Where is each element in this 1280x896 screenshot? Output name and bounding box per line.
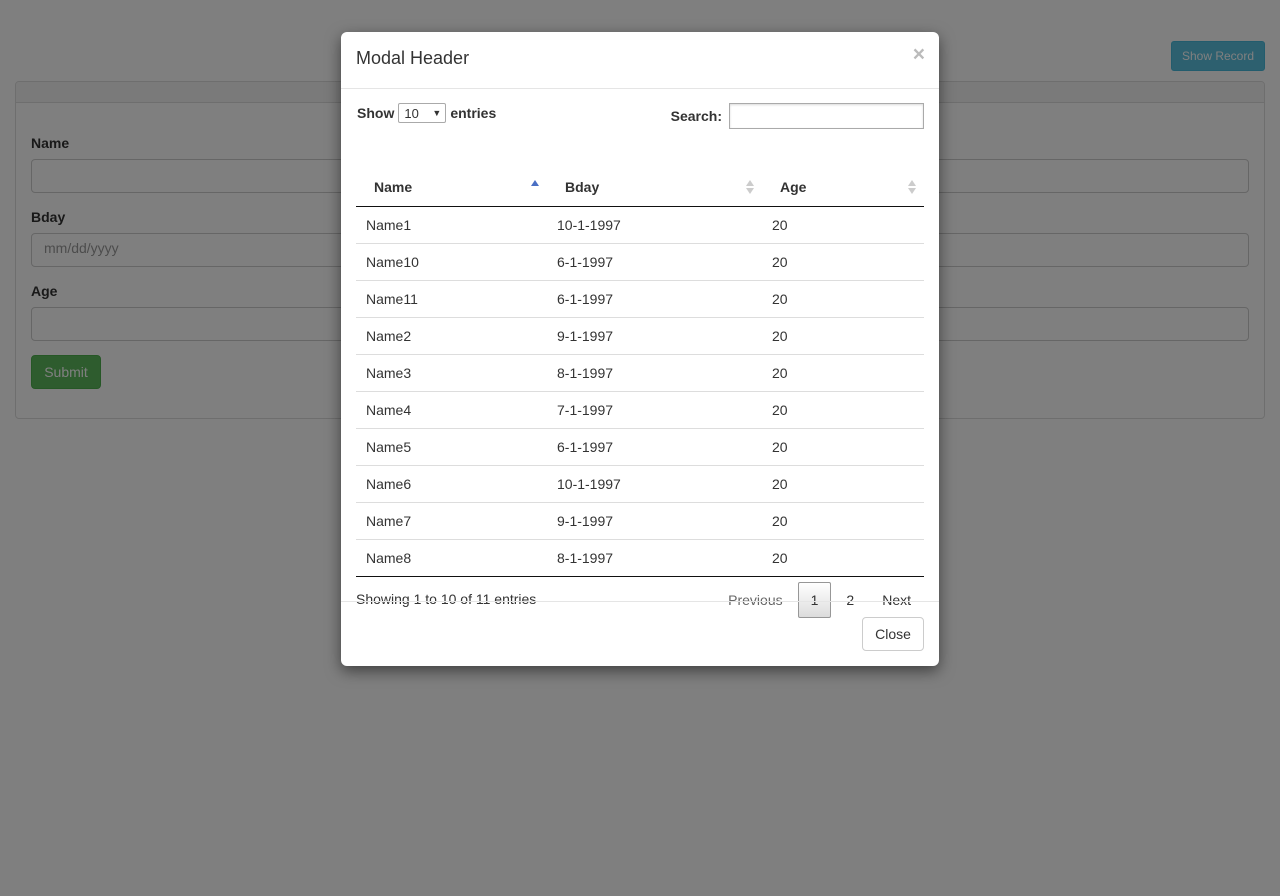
sort-icon [908, 180, 918, 196]
cell-bday: 6-1-1997 [547, 279, 762, 317]
cell-age: 20 [762, 501, 924, 539]
cell-age: 20 [762, 390, 924, 428]
length-value: 10 [404, 105, 419, 121]
cell-age: 20 [762, 427, 924, 465]
table-row: Name4 7-1-1997 20 [356, 390, 924, 428]
search-input[interactable] [729, 103, 924, 129]
cell-bday: 9-1-1997 [547, 316, 762, 354]
modal-header: Modal Header × [341, 32, 939, 89]
length-prefix: Show [357, 105, 395, 121]
close-icon[interactable]: × [913, 44, 925, 65]
close-button[interactable]: Close [862, 617, 924, 651]
column-header-age[interactable]: Age [762, 169, 924, 207]
cell-bday: 9-1-1997 [547, 501, 762, 539]
cell-bday: 6-1-1997 [547, 427, 762, 465]
modal-title: Modal Header [356, 48, 470, 68]
search-label: Search: [670, 108, 722, 124]
records-table: Name Bday Age Name1 10-1-1997 20 Name10 … [356, 169, 924, 577]
table-row: Name2 9-1-1997 20 [356, 316, 924, 354]
cell-name: Name8 [356, 538, 547, 577]
cell-age: 20 [762, 353, 924, 391]
modal-footer: Close [341, 601, 939, 666]
table-row: Name3 8-1-1997 20 [356, 353, 924, 391]
cell-bday: 6-1-1997 [547, 242, 762, 280]
sort-icon [746, 180, 756, 196]
table-row: Name6 10-1-1997 20 [356, 464, 924, 502]
column-header-name[interactable]: Name [356, 169, 547, 207]
cell-age: 20 [772, 216, 788, 233]
cell-name: Name10 [356, 242, 547, 280]
page: Show Record Name Bday mm/dd/yyyy Age Sub… [0, 0, 1280, 896]
chevron-down-icon: ▼ [432, 108, 442, 118]
cell-name: Name11 [356, 279, 547, 317]
search-control: Search: [671, 103, 924, 129]
cell-age: 20 [762, 316, 924, 354]
cell-name: Name4 [356, 390, 547, 428]
cell-bday: 10-1-1997 [557, 216, 621, 233]
entries-length-select[interactable]: 10 ▼ [398, 103, 447, 123]
cell-name: Name6 [356, 464, 547, 502]
column-header-bday[interactable]: Bday [547, 169, 762, 207]
cell-age: 20 [762, 538, 924, 577]
cell-name: Name5 [356, 427, 547, 465]
table-header-row: Name Bday Age [356, 169, 924, 207]
table-row: Name1 10-1-1997 20 [356, 206, 924, 243]
records-modal: Modal Header × Show 10 ▼ entries Search: [341, 32, 939, 666]
table-row: Name5 6-1-1997 20 [356, 427, 924, 465]
table-row: Name10 6-1-1997 20 [356, 242, 924, 280]
column-header-label: Age [780, 179, 807, 196]
cell-age: 20 [762, 279, 924, 317]
cell-name: Name7 [356, 501, 547, 539]
table-row: Name8 8-1-1997 20 [356, 538, 924, 577]
table-row: Name11 6-1-1997 20 [356, 279, 924, 317]
length-suffix: entries [450, 105, 497, 121]
cell-bday: 7-1-1997 [547, 390, 762, 428]
cell-bday: 8-1-1997 [547, 353, 762, 391]
column-header-label: Bday [565, 179, 600, 196]
cell-name: Name3 [356, 353, 547, 391]
cell-name: Name1 [366, 216, 412, 233]
column-header-label: Name [374, 179, 413, 196]
cell-age: 20 [762, 464, 924, 502]
entries-length-control: Show 10 ▼ entries [357, 103, 496, 123]
table-row: Name7 9-1-1997 20 [356, 501, 924, 539]
sort-ascending-icon [531, 180, 541, 196]
cell-bday: 8-1-1997 [547, 538, 762, 577]
cell-age: 20 [762, 242, 924, 280]
cell-bday: 10-1-1997 [547, 464, 762, 502]
modal-body: Show 10 ▼ entries Search: Name Bday Age … [356, 89, 924, 618]
cell-name: Name2 [356, 316, 547, 354]
